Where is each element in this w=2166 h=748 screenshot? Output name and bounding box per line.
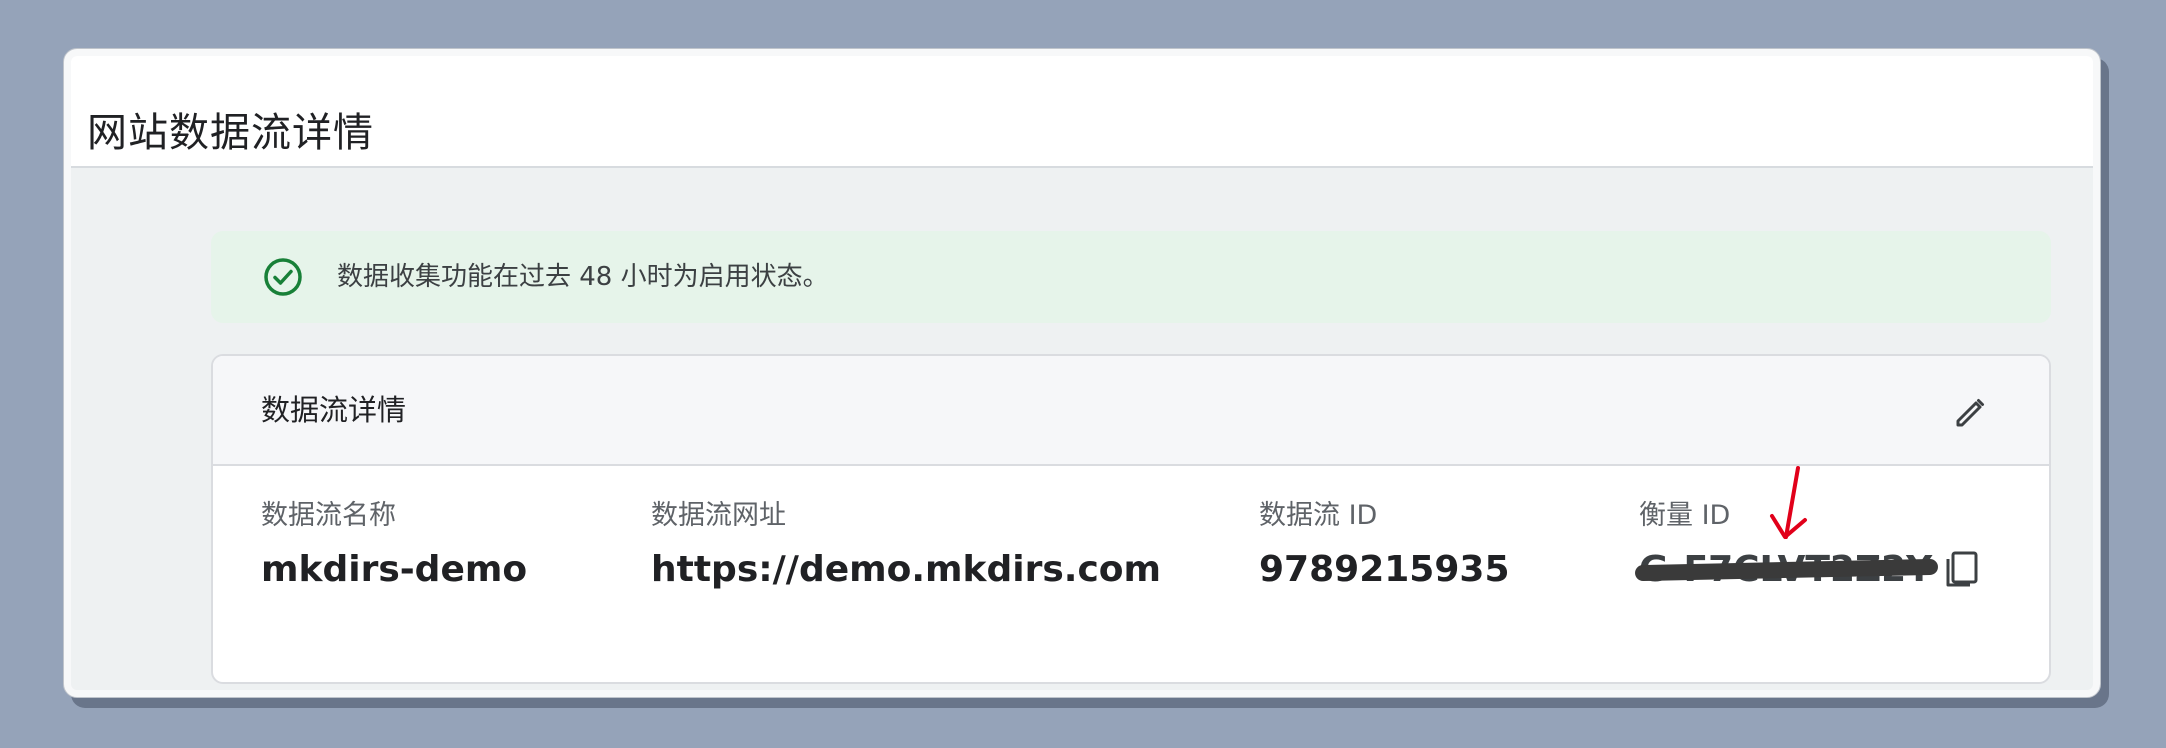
stream-url-label: 数据流网址 [651, 500, 786, 531]
stream-name-value: mkdirs-demo [261, 549, 528, 590]
stream-id-value: 9789215935 [1259, 549, 1510, 590]
copy-icon[interactable] [1938, 542, 1986, 590]
measurement-id-value-wrap: G-F7CLVT2Z2Y [1634, 548, 1939, 592]
field-stream-url: 数据流网址 https://demo.mkdirs.com [651, 496, 1161, 592]
app-window: 网站数据流详情 数据收集功能在过去 48 小时为启用状态。 数据流详情 数据流名… [63, 48, 2101, 698]
pencil-icon[interactable] [1949, 390, 1993, 434]
page-header: 网站数据流详情 [71, 56, 2093, 168]
window-content: 网站数据流详情 数据收集功能在过去 48 小时为启用状态。 数据流详情 数据流名… [71, 56, 2093, 690]
status-banner-text: 数据收集功能在过去 48 小时为启用状态。 [337, 262, 829, 292]
stream-url-value: https://demo.mkdirs.com [651, 549, 1162, 590]
stream-name-label: 数据流名称 [261, 500, 396, 531]
field-stream-name: 数据流名称 mkdirs-demo [261, 496, 527, 592]
red-arrow-annotation [1770, 466, 1807, 539]
card-title: 数据流详情 [261, 393, 407, 427]
stream-id-label: 数据流 ID [1259, 500, 1378, 531]
page-title: 网站数据流详情 [87, 109, 374, 156]
check-circle-icon [264, 258, 302, 296]
field-stream-id: 数据流 ID 9789215935 [1259, 496, 1510, 592]
status-banner: 数据收集功能在过去 48 小时为启用状态。 [211, 231, 2051, 323]
measurement-id-value[interactable]: G-F7CLVT2Z2Y [1634, 548, 1939, 592]
